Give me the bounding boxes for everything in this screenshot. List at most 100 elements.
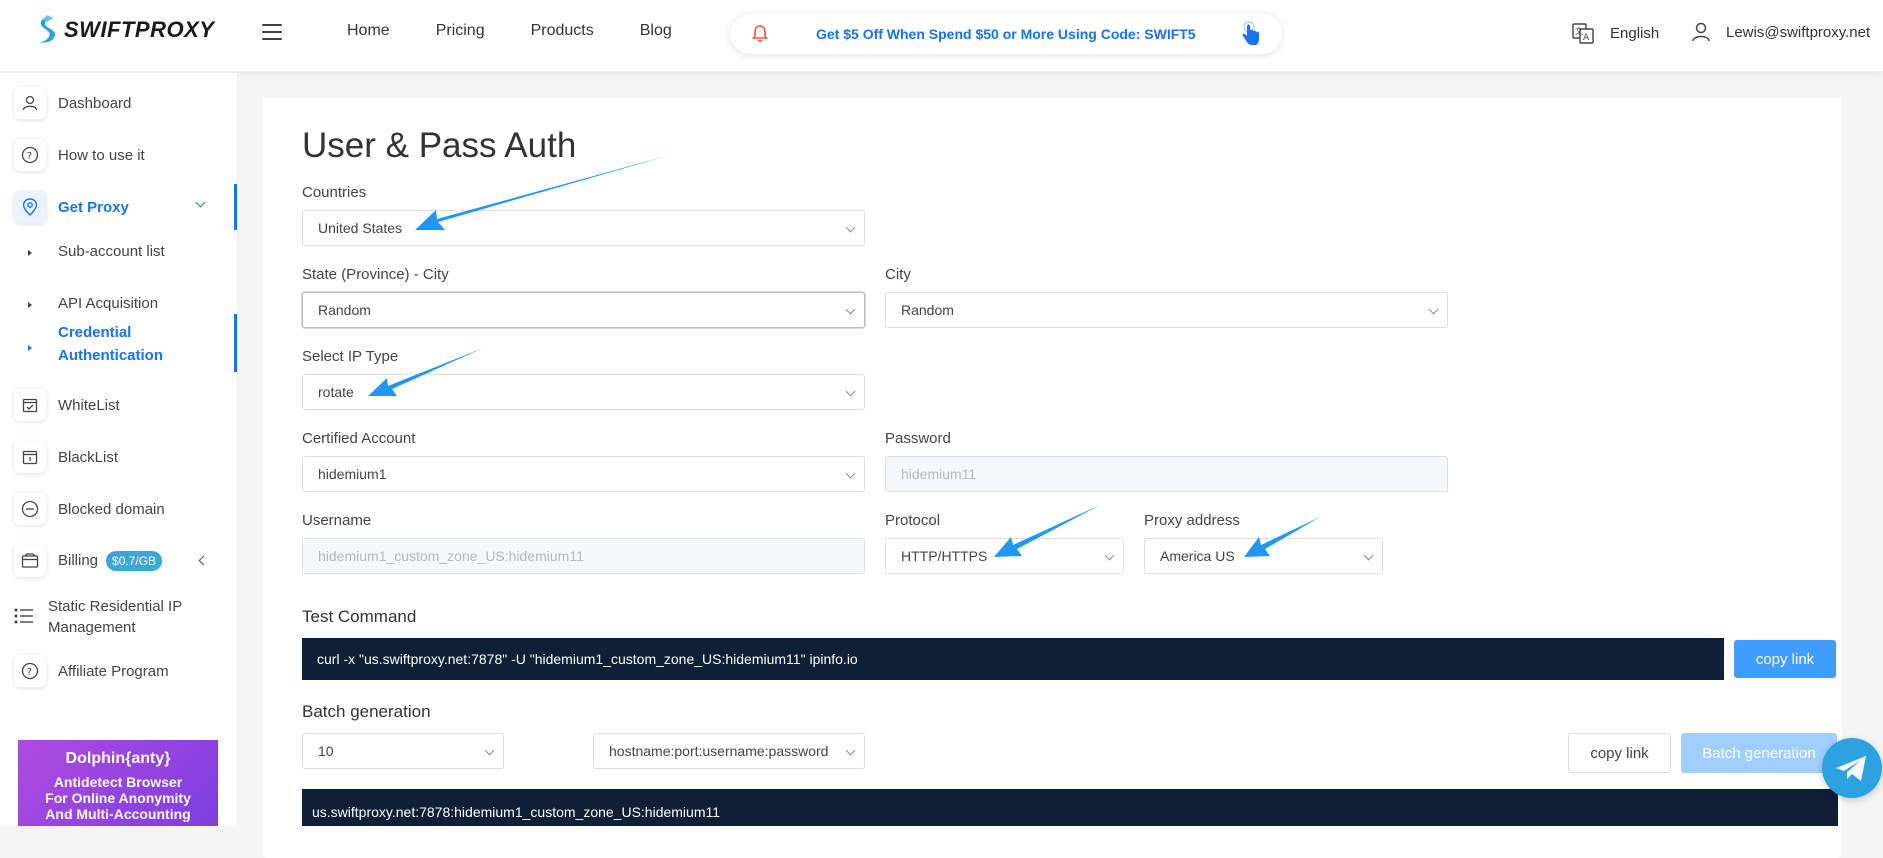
sidebar-label: Credential Authentication xyxy=(58,321,163,367)
sidebar-item-affiliate[interactable]: ? Affiliate Program xyxy=(0,655,238,687)
sidebar-label: Static Residential IP Management xyxy=(48,596,182,638)
bullet-icon xyxy=(28,250,32,256)
nav-blog[interactable]: Blog xyxy=(640,22,672,40)
sidebar-label: BlackList xyxy=(58,448,119,466)
sidebar-item-api[interactable]: API Acquisition xyxy=(0,295,238,315)
nav-products[interactable]: Products xyxy=(531,22,594,40)
batch-count-value: 10 xyxy=(318,743,334,759)
language-label: English xyxy=(1610,24,1660,42)
active-indicator xyxy=(234,184,237,230)
question-icon: ? xyxy=(14,139,46,171)
sidebar-label: Blocked domain xyxy=(58,500,165,518)
sidebar-item-get-proxy[interactable]: Get Proxy xyxy=(0,191,238,223)
logo[interactable]: SWIFTPROXY xyxy=(34,14,214,46)
city-label: City xyxy=(885,266,911,283)
account-value: hidemium1 xyxy=(318,466,387,482)
menu-toggle-icon[interactable] xyxy=(262,24,282,40)
sidebar-label: How to use it xyxy=(58,146,145,164)
account-select[interactable]: hidemium1 xyxy=(302,456,865,492)
chevron-down-icon xyxy=(845,304,856,315)
chevron-down-icon xyxy=(195,197,206,208)
ad-brand: Dolphin{anty} xyxy=(65,750,171,767)
promo-banner[interactable]: Get $5 Off When Spend $50 or More Using … xyxy=(730,14,1282,54)
sidebar-item-static-residential[interactable]: Static Residential IP Management xyxy=(0,597,238,637)
password-value: hidemium11 xyxy=(901,466,977,482)
calendar-block-icon xyxy=(14,441,46,473)
bell-icon xyxy=(752,25,768,42)
batch-label: Batch generation xyxy=(302,702,431,721)
sidebar-item-whitelist[interactable]: WhiteList xyxy=(0,389,238,421)
ad-line: For Online Anonymity xyxy=(45,790,191,806)
protocol-value: HTTP/HTTPS xyxy=(901,548,988,564)
nav-pricing[interactable]: Pricing xyxy=(436,22,485,40)
sidebar-item-credential-auth[interactable]: Credential Authentication xyxy=(0,321,238,369)
ad-line: Antidetect Browser xyxy=(53,774,183,790)
proxy-address-select[interactable]: America US xyxy=(1144,538,1383,574)
sidebar-item-sub-account[interactable]: Sub-account list xyxy=(0,243,238,263)
username-field: hidemium1_custom_zone_US:hidemium11 xyxy=(302,538,865,574)
wallet-icon xyxy=(14,545,46,577)
sidebar-label-line: Management xyxy=(48,619,136,636)
chevron-left-icon xyxy=(198,555,209,566)
top-nav: Home Pricing Products Blog xyxy=(347,22,718,40)
bullet-icon xyxy=(28,302,32,308)
state-select[interactable]: Random xyxy=(302,292,865,328)
chevron-down-icon xyxy=(1428,304,1439,315)
price-badge: $0.7/GB xyxy=(106,551,163,571)
sidebar-label: Affiliate Program xyxy=(58,662,169,680)
copy-command-button[interactable]: copy link xyxy=(1734,640,1836,678)
user-email: Lewis@swiftproxy.net xyxy=(1726,23,1871,41)
sidebar-item-blocked-domain[interactable]: Blocked domain xyxy=(0,493,238,525)
swiftproxy-logo-icon xyxy=(36,15,56,43)
chevron-down-icon xyxy=(1363,550,1374,561)
sidebar-label: Billing $0.7/GB xyxy=(58,551,163,571)
test-command-box[interactable]: curl -x "us.swiftproxy.net:7878" -U "hid… xyxy=(302,638,1724,680)
dolphin-ad-banner[interactable]: Dolphin{anty} Antidetect Browser For Onl… xyxy=(18,740,218,826)
protocol-select[interactable]: HTTP/HTTPS xyxy=(885,538,1124,574)
city-select[interactable]: Random xyxy=(885,292,1448,328)
countries-select[interactable]: United States xyxy=(302,210,865,246)
minus-circle-icon xyxy=(14,493,46,525)
chevron-down-icon xyxy=(845,386,856,397)
svg-text:?: ? xyxy=(27,151,32,162)
batch-generation-button[interactable]: Batch generation xyxy=(1681,733,1837,773)
sidebar-item-dashboard[interactable]: Dashboard xyxy=(0,87,238,119)
translate-icon: 文 A xyxy=(1572,23,1594,44)
city-value: Random xyxy=(901,302,954,318)
page-title: User & Pass Auth xyxy=(302,126,577,165)
pointer-hand-icon xyxy=(1242,21,1259,45)
telegram-button[interactable] xyxy=(1822,738,1882,798)
username-value: hidemium1_custom_zone_US:hidemium11 xyxy=(318,548,584,564)
location-pin-icon xyxy=(14,191,46,223)
top-bar: SWIFTPROXY Home Pricing Products Blog Ge… xyxy=(0,0,1883,72)
language-switch[interactable]: 文 A English xyxy=(1572,22,1659,44)
batch-count-select[interactable]: 10 xyxy=(302,733,504,769)
ad-line: And Multi-Accounting xyxy=(45,806,191,822)
ip-type-label: Select IP Type xyxy=(302,348,399,365)
telegram-icon xyxy=(1836,756,1866,781)
proxy-address-value: America US xyxy=(1160,548,1235,564)
brand-name: SWIFTPROXY xyxy=(64,17,215,42)
ip-type-select[interactable]: rotate xyxy=(302,374,865,410)
active-indicator xyxy=(234,314,237,372)
nav-home[interactable]: Home xyxy=(347,22,390,40)
sidebar-label: WhiteList xyxy=(58,396,120,414)
chevron-down-icon xyxy=(845,222,856,233)
password-label: Password xyxy=(885,430,951,447)
copy-batch-button[interactable]: copy link xyxy=(1568,733,1671,773)
sidebar-item-how-to[interactable]: ? How to use it xyxy=(0,139,238,171)
test-command-label: Test Command xyxy=(302,607,417,626)
chevron-down-icon xyxy=(1104,550,1115,561)
state-value: Random xyxy=(318,302,371,318)
sidebar-item-blacklist[interactable]: BlackList xyxy=(0,441,238,473)
batch-format-select[interactable]: hostname:port:username:password xyxy=(593,733,865,769)
username-label: Username xyxy=(302,512,372,529)
user-menu[interactable]: Lewis@swiftproxy.net xyxy=(1692,22,1870,42)
sidebar-label: Sub-account list xyxy=(58,243,165,260)
user-icon xyxy=(1692,22,1710,42)
batch-output-box[interactable]: us.swiftproxy.net:7878:hidemium1_custom_… xyxy=(302,789,1838,826)
chevron-down-icon xyxy=(845,745,856,756)
account-label: Certified Account xyxy=(302,430,416,447)
sidebar-item-billing[interactable]: Billing $0.7/GB xyxy=(0,545,238,577)
sidebar-label-line: Credential xyxy=(58,324,132,341)
